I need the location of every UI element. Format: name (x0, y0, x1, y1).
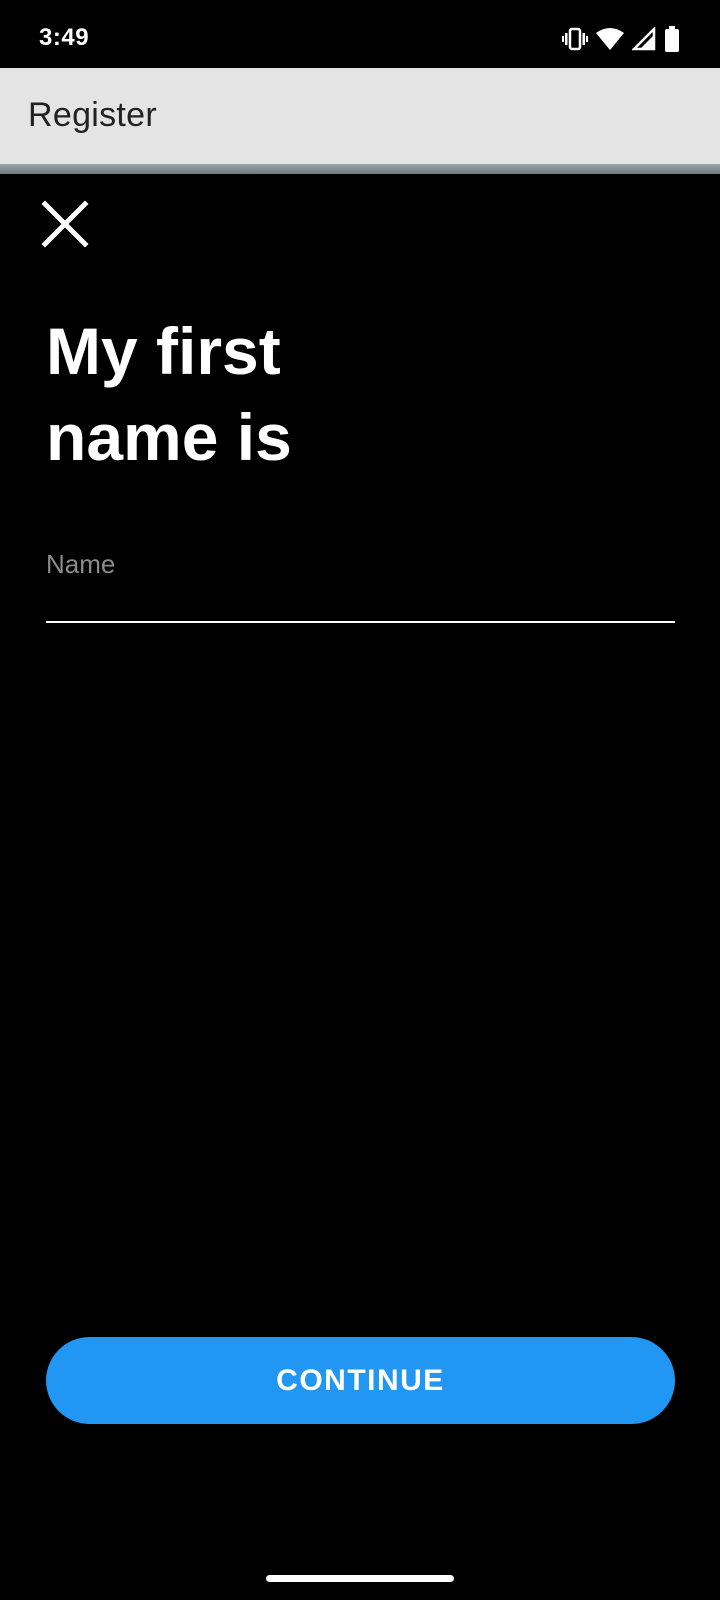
page-title: Register (28, 96, 158, 134)
status-bar: 3:49 (0, 0, 720, 68)
app-bar: Register (0, 68, 720, 164)
continue-button[interactable]: CONTINUE (46, 1337, 675, 1424)
wifi-icon (596, 27, 624, 56)
register-screen: 3:49 Register My first name is Name CONT… (0, 0, 720, 1600)
close-button[interactable] (36, 195, 94, 253)
signal-icon (630, 25, 656, 56)
headline: My first name is (46, 308, 466, 480)
headline-line-2: name is (46, 400, 292, 474)
status-time: 3:49 (39, 24, 90, 51)
status-icons (562, 25, 680, 57)
home-indicator[interactable] (266, 1575, 454, 1582)
name-input[interactable] (46, 535, 675, 623)
name-field (46, 535, 675, 623)
battery-icon (664, 25, 680, 57)
headline-line-1: My first (46, 314, 281, 388)
app-bar-divider (0, 164, 720, 174)
close-icon (41, 200, 89, 248)
vibrate-icon (562, 27, 588, 56)
